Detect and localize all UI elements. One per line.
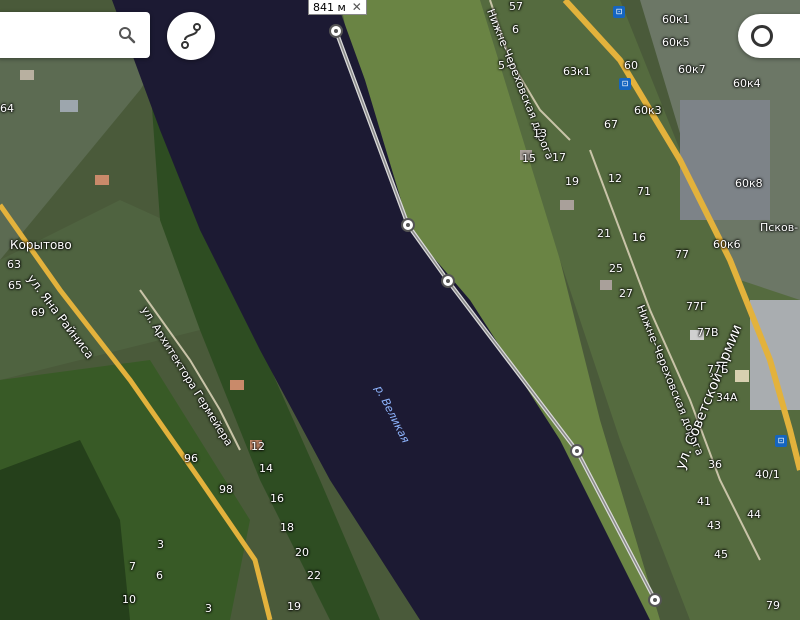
layers-icon <box>751 25 773 47</box>
route-icon <box>181 23 201 49</box>
house-number: 14 <box>259 462 273 475</box>
house-number: 21 <box>597 227 611 240</box>
bus-stop-icon[interactable]: ⊡ <box>619 78 631 90</box>
house-number: 16 <box>270 492 284 505</box>
house-number: 6 <box>156 569 163 582</box>
house-number: 60к6 <box>713 238 741 251</box>
house-number: 77В <box>697 326 719 339</box>
house-number: 60к4 <box>733 77 761 90</box>
house-number: 43 <box>707 519 721 532</box>
bus-stop-icon[interactable]: ⊡ <box>775 435 787 447</box>
industrial-zone <box>680 100 770 220</box>
house-number: 60к8 <box>735 177 763 190</box>
house-number: 10 <box>122 593 136 606</box>
house-number: 44 <box>747 508 761 521</box>
house-number: 3 <box>157 538 164 551</box>
ruler-distance: 841 м <box>313 0 346 14</box>
house-number: 60к5 <box>662 36 690 49</box>
house-number: 16 <box>632 231 646 244</box>
house-number: 6 <box>512 23 519 36</box>
bus-stop-icon[interactable]: ⊡ <box>613 6 625 18</box>
house-number: 45 <box>714 548 728 561</box>
house-number: 12 <box>608 172 622 185</box>
layers-button[interactable] <box>738 14 800 58</box>
house-number: 19 <box>287 600 301 613</box>
house-number: 63к1 <box>563 65 591 78</box>
house-number: 63 <box>7 258 21 271</box>
place-label: Псков- <box>760 221 799 234</box>
house-number: 60к7 <box>678 63 706 76</box>
house-number: 19 <box>565 175 579 188</box>
house-number: 27 <box>619 287 633 300</box>
house-number: 98 <box>219 483 233 496</box>
house-number: 34А <box>716 391 738 404</box>
house-number: 41 <box>697 495 711 508</box>
house-number: 36 <box>708 458 722 471</box>
house-number: 25 <box>609 262 623 275</box>
house-number: 77Г <box>686 300 707 313</box>
house-number: 3 <box>205 602 212 615</box>
house-number: 40/1 <box>755 468 780 481</box>
house-number: 18 <box>280 521 294 534</box>
house-number: 17 <box>552 151 566 164</box>
search-icon[interactable] <box>118 26 136 44</box>
house-number: 60к3 <box>634 104 662 117</box>
satellite-map[interactable] <box>0 0 800 620</box>
house-number: 13 <box>533 127 547 140</box>
close-icon[interactable]: ✕ <box>352 1 362 13</box>
house-number: 7 <box>129 560 136 573</box>
house-number: 57 <box>509 0 523 13</box>
route-button[interactable] <box>167 12 215 60</box>
search-box[interactable] <box>0 12 150 58</box>
house-number: 60к1 <box>662 13 690 26</box>
ruler-distance-tooltip: 841 м ✕ <box>308 0 367 15</box>
house-number: 79 <box>766 599 780 612</box>
house-number: 64 <box>0 102 14 115</box>
house-number: 60 <box>624 59 638 72</box>
house-number: 77 <box>675 248 689 261</box>
house-number: 65 <box>8 279 22 292</box>
house-number: 20 <box>295 546 309 559</box>
house-number: 22 <box>307 569 321 582</box>
house-number: 12 <box>251 440 265 453</box>
house-number: 77Б <box>707 363 729 376</box>
house-number: 15 <box>522 152 536 165</box>
house-number: 71 <box>637 185 651 198</box>
house-number: 5 <box>498 59 505 72</box>
house-number: 67 <box>604 118 618 131</box>
place-label: Корытово <box>10 238 72 252</box>
house-number: 96 <box>184 452 198 465</box>
house-number: 69 <box>31 306 45 319</box>
